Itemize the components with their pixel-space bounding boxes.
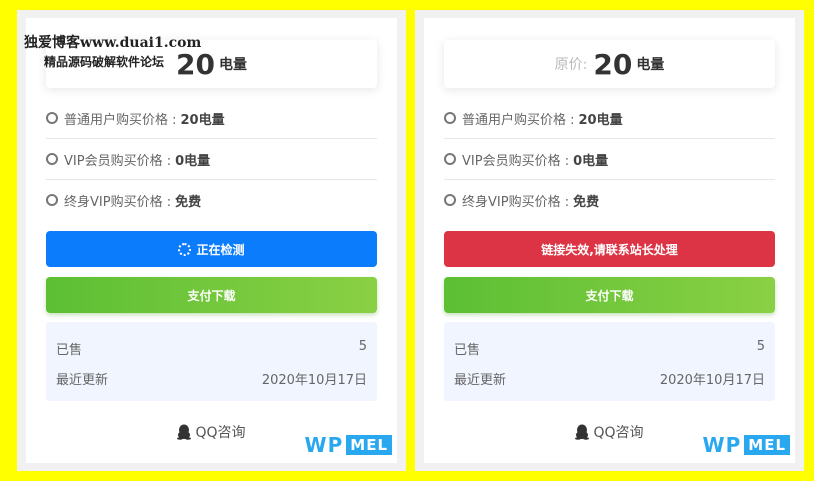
right-sold-row: 已售 5 (454, 339, 765, 358)
right-price-label: 原价: (554, 57, 588, 73)
left-updated-row: 最近更新 2020年10月17日 (56, 369, 367, 388)
updated-label: 最近更新 (56, 373, 109, 388)
row-label: VIP会员购买价格 : (64, 153, 172, 169)
left-price-list: 普通用户购买价格 : 20电量 VIP会员购买价格 : 0电量 终身VIP购买价… (46, 98, 377, 220)
row-value: 免费 (573, 194, 600, 210)
row-label: 普通用户购买价格 : (64, 112, 177, 128)
left-pay-label: 支付下载 (187, 288, 236, 303)
spinner-icon (178, 242, 192, 256)
row-label: 终身VIP购买价格 : (64, 194, 172, 210)
left-row-vip: VIP会员购买价格 : 0电量 (46, 139, 377, 180)
row-label: 普通用户购买价格 : (462, 112, 575, 128)
row-value: 20电量 (180, 112, 225, 128)
right-purchase-card: 原价: 20 电量 普通用户购买价格 : 20电量 VIP会员购买价格 : 0电… (424, 18, 795, 463)
left-info-box: 已售 5 最近更新 2020年10月17日 (46, 322, 377, 401)
right-pay-download-button[interactable]: 支付下载 (444, 277, 775, 313)
left-purchase-card: 20 电量 普通用户购买价格 : 20电量 VIP会员购买价格 : 0电量 终身… (26, 18, 397, 463)
right-updated-row: 最近更新 2020年10月17日 (454, 369, 765, 388)
radio-ring-icon (46, 194, 58, 206)
wpmel-logo: WP MEL (305, 433, 392, 457)
sold-value: 5 (358, 339, 367, 354)
right-price-list: 普通用户购买价格 : 20电量 VIP会员购买价格 : 0电量 终身VIP购买价… (444, 98, 775, 220)
left-pay-download-button[interactable]: 支付下载 (46, 277, 377, 313)
row-value: 20电量 (578, 112, 623, 128)
right-price-unit: 电量 (636, 57, 665, 73)
right-price-value: 20 (593, 47, 633, 81)
row-label: VIP会员购买价格 : (462, 153, 570, 169)
qq-label: QQ咨询 (195, 425, 246, 441)
row-label: 终身VIP购买价格 : (462, 194, 570, 210)
watermark-line2: 精品源码破解软件论坛 (44, 55, 165, 69)
right-row-vip: VIP会员购买价格 : 0电量 (444, 139, 775, 180)
left-row-lifetime: 终身VIP购买价格 : 免费 (46, 180, 377, 220)
qq-penguin-icon (177, 424, 192, 440)
site-watermark: 独爱博客www.duai1.com 精品源码破解软件论坛 (24, 34, 201, 72)
watermark-line1: 独爱博客www.duai1.com (24, 35, 202, 51)
right-product-panel: 原价: 20 电量 普通用户购买价格 : 20电量 VIP会员购买价格 : 0电… (415, 10, 804, 471)
radio-ring-icon (46, 153, 58, 165)
sold-label: 已售 (56, 343, 83, 358)
updated-label: 最近更新 (454, 373, 507, 388)
wpmel-logo: WP MEL (703, 433, 790, 457)
left-checking-button[interactable]: 正在检测 (46, 231, 377, 267)
right-invalid-label: 链接失效,请联系站长处理 (541, 242, 678, 257)
right-price-box: 原价: 20 电量 (444, 40, 775, 88)
left-price-unit: 电量 (218, 57, 247, 73)
left-sold-row: 已售 5 (56, 339, 367, 358)
right-row-normal: 普通用户购买价格 : 20电量 (444, 98, 775, 139)
right-link-invalid-button[interactable]: 链接失效,请联系站长处理 (444, 231, 775, 267)
sold-value: 5 (756, 339, 765, 354)
radio-ring-icon (444, 153, 456, 165)
row-value: 免费 (175, 194, 202, 210)
row-value: 0电量 (175, 153, 211, 169)
right-row-lifetime: 终身VIP购买价格 : 免费 (444, 180, 775, 220)
updated-value: 2020年10月17日 (261, 373, 367, 388)
radio-ring-icon (444, 112, 456, 124)
qq-penguin-icon (575, 424, 590, 440)
row-value: 0电量 (573, 153, 609, 169)
left-checking-label: 正在检测 (196, 242, 245, 257)
right-pay-label: 支付下载 (585, 288, 634, 303)
updated-value: 2020年10月17日 (659, 373, 765, 388)
qq-label: QQ咨询 (593, 425, 644, 441)
radio-ring-icon (444, 194, 456, 206)
radio-ring-icon (46, 112, 58, 124)
left-product-panel: 20 电量 普通用户购买价格 : 20电量 VIP会员购买价格 : 0电量 终身… (17, 10, 406, 471)
right-info-box: 已售 5 最近更新 2020年10月17日 (444, 322, 775, 401)
left-row-normal: 普通用户购买价格 : 20电量 (46, 98, 377, 139)
sold-label: 已售 (454, 343, 481, 358)
